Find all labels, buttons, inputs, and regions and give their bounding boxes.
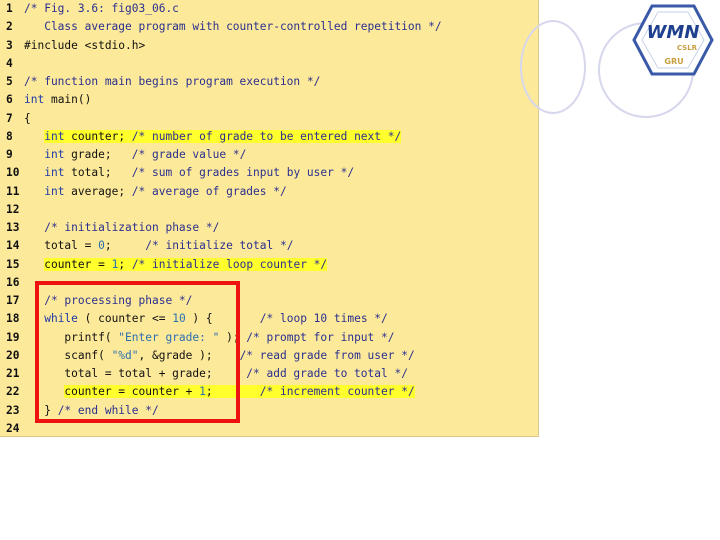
line-number: 24	[6, 421, 20, 435]
code-line: 3 #include <stdio.h>	[0, 37, 530, 55]
line-code: Class average program with counter-contr…	[24, 18, 442, 36]
code-token: Class average program with counter-contr…	[24, 20, 442, 34]
line-code: total = 0; /* initialize total */	[24, 237, 293, 255]
code-line: 15 counter = 1; /* initialize loop count…	[0, 256, 530, 274]
line-code: int average; /* average of grades */	[24, 183, 287, 201]
code-line: 12	[0, 201, 530, 219]
code-token: /* average of grades */	[131, 184, 287, 198]
code-token: /* loop 10 times */	[259, 312, 388, 326]
line-number: 18	[6, 312, 20, 326]
code-token: /* grade value */	[131, 148, 247, 161]
line-code: int main()	[24, 91, 91, 109]
code-token: #include <stdio.h>	[24, 38, 146, 52]
line-number: 11	[6, 184, 20, 198]
line-number: 10	[6, 166, 20, 180]
line-number: 21	[6, 367, 20, 380]
code-line: 7{	[0, 110, 530, 128]
line-number: 6	[6, 93, 13, 107]
code-token: ;	[118, 257, 132, 271]
line-code: int grade; /* grade value */	[24, 146, 246, 164]
line-number: 13	[6, 221, 20, 234]
code-token: int	[44, 166, 65, 180]
code-token: /* number of grade to be entered next */	[131, 129, 402, 143]
code-token: /* function main begins program executio…	[24, 75, 321, 88]
logo-bottom-text: GRU	[664, 57, 683, 66]
code-line: 11 int average; /* average of grades */	[0, 183, 530, 201]
code-line: 8 int counter; /* number of grade to be …	[0, 128, 530, 146]
code-token: total;	[64, 166, 132, 180]
code-line: 1 /* Fig. 3.6: fig03_06.c	[0, 0, 530, 18]
line-number: 1	[6, 2, 13, 15]
line-code: counter = 1; /* initialize loop counter …	[24, 256, 328, 274]
code-token: main()	[44, 93, 92, 107]
line-code: int total; /* sum of grades input by use…	[24, 164, 354, 182]
code-line: 10 int total; /* sum of grades input by …	[0, 164, 530, 182]
line-number: 4	[6, 56, 13, 70]
code-token: int	[44, 129, 65, 143]
code-token: int	[44, 148, 65, 161]
line-number: 5	[6, 75, 13, 88]
code-line: 5 /* function main begins program executi…	[0, 73, 530, 91]
line-code: #include <stdio.h>	[24, 37, 145, 55]
code-token: /* initialize total */	[145, 239, 294, 253]
code-line: 2 Class average program with counter-con…	[0, 18, 530, 36]
code-token: total =	[24, 239, 99, 253]
code-token: counter;	[64, 129, 132, 143]
code-token: /* read grade from user */	[239, 348, 415, 362]
code-line: 4	[0, 55, 530, 73]
code-token: average;	[64, 184, 132, 198]
code-token: /* initialize loop counter */	[131, 257, 328, 271]
line-code: /* initialization phase */	[24, 219, 219, 237]
code-token: /* increment counter */	[259, 385, 415, 399]
code-token: {	[24, 111, 31, 125]
code-line: 6 int main()	[0, 91, 530, 109]
line-number: 8	[6, 129, 13, 143]
line-number: 2	[6, 20, 13, 34]
code-token: counter =	[44, 257, 112, 271]
processing-phase-highlight-box	[35, 281, 240, 423]
line-code: /* Fig. 3.6: fig03_06.c	[24, 0, 179, 18]
line-number: 12	[6, 202, 20, 216]
code-line: 13 /* initialization phase */	[0, 219, 530, 237]
line-number: 15	[6, 257, 20, 271]
code-token: /* Fig. 3.6: fig03_06.c	[24, 2, 179, 15]
line-number: 3	[6, 38, 13, 52]
decorative-circle-left	[520, 20, 586, 114]
line-number: 19	[6, 330, 20, 344]
line-code: {	[24, 110, 31, 128]
code-token: /* sum of grades input by user */	[131, 166, 355, 180]
code-token: int	[44, 184, 65, 198]
code-token: grade;	[64, 148, 132, 161]
line-number: 17	[6, 294, 20, 307]
code-token: int	[24, 93, 45, 107]
line-code: int counter; /* number of grade to be en…	[24, 128, 402, 146]
line-code: /* function main begins program executio…	[24, 73, 320, 91]
code-line: 14 total = 0; /* initialize total */	[0, 237, 530, 255]
logo-main-text: WMN	[647, 22, 700, 43]
line-number: 9	[6, 148, 13, 161]
line-number: 23	[6, 403, 20, 417]
code-token: /* add grade to total */	[246, 367, 408, 380]
code-token: ;	[104, 239, 146, 253]
line-number: 7	[6, 111, 13, 125]
line-number: 16	[6, 275, 20, 289]
code-token: /* prompt for input */	[246, 330, 395, 344]
line-number: 22	[6, 385, 20, 399]
line-number: 20	[6, 348, 20, 362]
code-token: 0	[98, 239, 105, 253]
logo-sub-text: CSLR	[677, 44, 698, 52]
wmn-logo: WMN CSLR GRU	[632, 4, 714, 76]
code-line: 9 int grade; /* grade value */	[0, 146, 530, 164]
line-number: 14	[6, 239, 20, 253]
code-token: /* initialization phase */	[44, 221, 220, 234]
